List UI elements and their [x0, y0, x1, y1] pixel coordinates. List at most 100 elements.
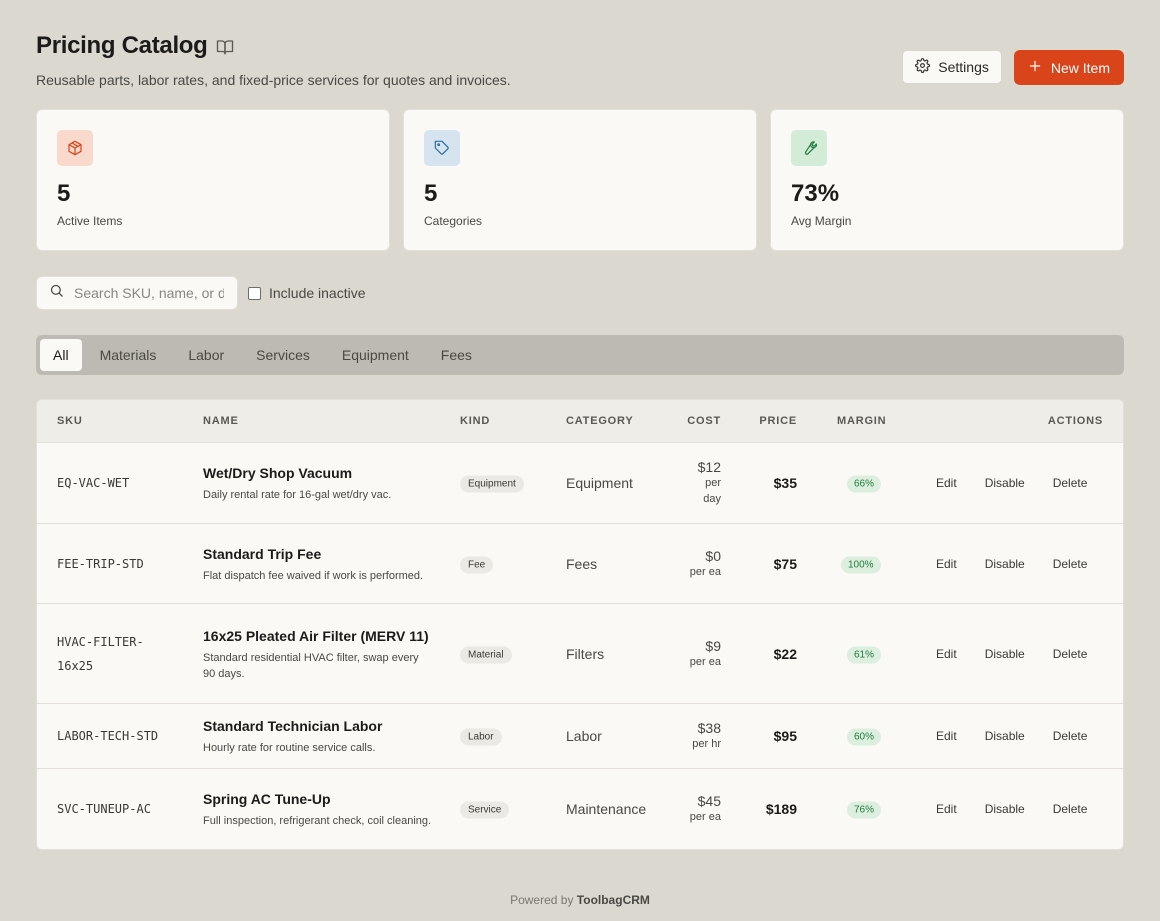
include-inactive-toggle[interactable]: Include inactive	[248, 285, 366, 301]
kind-cell: Fee	[460, 554, 494, 573]
kind-badge: Material	[460, 646, 512, 663]
wrench-icon	[791, 130, 827, 166]
margin-cell: 100%	[841, 554, 881, 573]
margin-badge: 76%	[847, 801, 882, 819]
kind-badge: Labor	[460, 728, 502, 746]
tab-all[interactable]: All	[40, 339, 82, 371]
delete-button[interactable]: Delete	[1053, 729, 1088, 743]
item-name: Spring AC Tune-Up	[203, 791, 331, 807]
price-cell: $35	[773, 475, 797, 491]
column-header-price: PRICE	[759, 415, 797, 427]
include-inactive-checkbox[interactable]	[248, 286, 261, 300]
item-name: Standard Technician Labor	[203, 718, 383, 734]
category-cell: Fees	[566, 555, 598, 572]
margin-cell: 76%	[847, 800, 882, 819]
row-actions: Edit Disable Delete	[936, 647, 1087, 661]
row-actions: Edit Disable Delete	[936, 476, 1087, 490]
sku-cell: SVC-TUNEUP-AC	[57, 802, 151, 816]
category-cell: Labor	[566, 728, 602, 744]
edit-button[interactable]: Edit	[936, 729, 957, 743]
category-cell: Maintenance	[566, 801, 647, 817]
stat-card-active-items: 5 Active Items	[36, 109, 390, 251]
name-cell: 16x25 Pleated Air Filter (MERV 11) Stand…	[203, 626, 433, 682]
tag-icon	[424, 130, 460, 166]
delete-button[interactable]: Delete	[1053, 557, 1088, 571]
item-description: Hourly rate for routine service calls.	[203, 742, 376, 754]
page-title: Pricing Catalog	[36, 32, 208, 59]
stat-label: Active Items	[57, 214, 123, 228]
disable-button[interactable]: Disable	[985, 647, 1025, 661]
item-description: Full inspection, refrigerant check, coil…	[203, 815, 432, 827]
search-input[interactable]	[74, 285, 224, 301]
disable-button[interactable]: Disable	[985, 557, 1025, 571]
margin-cell: 66%	[847, 474, 882, 493]
stat-label: Categories	[424, 214, 483, 228]
cost-value: $9	[705, 637, 721, 654]
cost-unit: per day	[703, 477, 721, 505]
stat-card-categories: 5 Categories	[403, 109, 757, 251]
item-name: 16x25 Pleated Air Filter (MERV 11)	[203, 627, 429, 644]
table-header: SKU NAME KIND CATEGORY COST PRICE MARGIN…	[37, 400, 1123, 443]
price-cell: $95	[773, 728, 797, 744]
category-cell: Equipment	[566, 475, 633, 491]
item-description: Daily rental rate for 16-gal wet/dry vac…	[203, 489, 392, 501]
tab-fees[interactable]: Fees	[425, 339, 488, 371]
disable-button[interactable]: Disable	[985, 802, 1025, 816]
disable-button[interactable]: Disable	[985, 729, 1025, 743]
row-actions: Edit Disable Delete	[936, 802, 1087, 816]
table-row: FEE-TRIP-STD Standard Trip Fee Flat disp…	[37, 524, 1123, 604]
search-box	[36, 276, 238, 310]
disable-button[interactable]: Disable	[985, 476, 1025, 490]
margin-badge: 66%	[847, 475, 882, 493]
column-header-category: CATEGORY	[566, 415, 634, 427]
edit-button[interactable]: Edit	[936, 476, 957, 490]
sku-cell: HVAC-FILTER-16x25	[57, 634, 144, 673]
tab-labor[interactable]: Labor	[172, 339, 240, 371]
kind-cell: Material	[460, 644, 512, 663]
row-actions: Edit Disable Delete	[936, 729, 1087, 743]
edit-button[interactable]: Edit	[936, 647, 957, 661]
book-icon[interactable]	[216, 38, 234, 56]
tab-equipment[interactable]: Equipment	[326, 339, 425, 371]
price-cell: $189	[765, 801, 797, 817]
item-name: Standard Trip Fee	[203, 545, 322, 562]
footer-prefix: Powered by	[510, 893, 574, 907]
stat-label: Avg Margin	[791, 214, 852, 228]
margin-cell: 61%	[847, 644, 882, 663]
kind-badge: Fee	[460, 556, 494, 573]
edit-button[interactable]: Edit	[936, 802, 957, 816]
package-icon	[57, 130, 93, 166]
delete-button[interactable]: Delete	[1053, 802, 1088, 816]
edit-button[interactable]: Edit	[936, 557, 957, 571]
name-cell: Wet/Dry Shop Vacuum Daily rental rate fo…	[203, 463, 433, 503]
page-header: Pricing Catalog Reusable parts, labor ra…	[36, 32, 1124, 92]
cost-value: $38	[697, 720, 721, 736]
filter-row: Include inactive	[36, 276, 366, 310]
row-actions: Edit Disable Delete	[936, 557, 1087, 571]
footer: Powered by ToolbagCRM	[0, 893, 1160, 907]
tab-materials[interactable]: Materials	[84, 339, 173, 371]
cost-value: $12	[697, 459, 721, 475]
cost-unit: per ea	[689, 565, 721, 578]
category-cell: Filters	[566, 645, 605, 662]
footer-brand[interactable]: ToolbagCRM	[577, 893, 650, 907]
new-item-button-label: New Item	[1050, 59, 1110, 76]
plus-icon	[1028, 59, 1042, 76]
table-row: SVC-TUNEUP-AC Spring AC Tune-Up Full ins…	[37, 769, 1123, 849]
column-header-sku: SKU	[57, 415, 83, 427]
delete-button[interactable]: Delete	[1053, 647, 1088, 661]
name-cell: Spring AC Tune-Up Full inspection, refri…	[203, 789, 433, 829]
stat-value: 73%	[791, 180, 840, 207]
tab-services[interactable]: Services	[240, 339, 326, 371]
cost-value: $45	[697, 793, 721, 809]
item-description: Standard residential HVAC filter, swap e…	[203, 651, 419, 680]
table-row: EQ-VAC-WET Wet/Dry Shop Vacuum Daily ren…	[37, 443, 1123, 524]
column-header-name: NAME	[203, 415, 239, 427]
item-description: Flat dispatch fee waived if work is perf…	[203, 569, 424, 582]
settings-button[interactable]: Settings	[902, 50, 1002, 84]
column-header-kind: KIND	[460, 415, 491, 427]
table-row: LABOR-TECH-STD Standard Technician Labor…	[37, 704, 1123, 769]
new-item-button[interactable]: New Item	[1013, 50, 1124, 85]
delete-button[interactable]: Delete	[1053, 476, 1088, 490]
search-icon	[49, 283, 64, 303]
